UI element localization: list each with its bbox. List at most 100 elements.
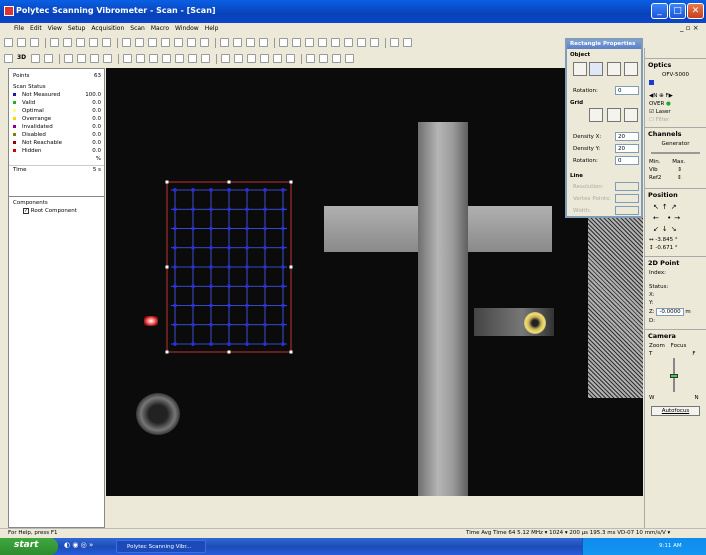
split-view-icon[interactable] bbox=[319, 54, 328, 63]
help-icon[interactable] bbox=[390, 38, 399, 47]
camera-slider-area[interactable] bbox=[645, 358, 706, 394]
rect-cross-object-button[interactable] bbox=[624, 62, 638, 76]
camera-video-view[interactable] bbox=[106, 68, 643, 496]
position-arrow-pad[interactable]: ↖↑↗ ← •→ ↙↓↘ bbox=[645, 201, 706, 236]
menu-window[interactable]: Window bbox=[175, 25, 199, 35]
rect-split-object-button[interactable] bbox=[607, 62, 621, 76]
scan-start-icon[interactable] bbox=[135, 38, 144, 47]
layer-icon[interactable] bbox=[318, 38, 327, 47]
refresh-icon[interactable] bbox=[279, 38, 288, 47]
scan-point bbox=[191, 246, 195, 250]
laser-checkbox[interactable]: ☑ Laser bbox=[645, 108, 706, 116]
ref-spinner-icon[interactable]: ⇕ bbox=[677, 175, 682, 181]
undo-icon[interactable] bbox=[89, 38, 98, 47]
maximize-button[interactable]: □ bbox=[669, 3, 686, 19]
align-icon[interactable] bbox=[292, 38, 301, 47]
zoom-icon[interactable] bbox=[77, 54, 86, 63]
settings-icon[interactable] bbox=[174, 38, 183, 47]
rect-grid-object-button[interactable] bbox=[589, 62, 603, 76]
wave-icon[interactable] bbox=[259, 38, 268, 47]
checkbox-checked-icon[interactable]: ✓ bbox=[23, 207, 29, 214]
camera-icon[interactable] bbox=[187, 38, 196, 47]
optics-direction-controls[interactable]: ◀N ⊕ F▶ bbox=[645, 92, 706, 100]
rectangle-tool-icon[interactable] bbox=[136, 54, 145, 63]
grid-polar-button[interactable] bbox=[607, 108, 621, 122]
root-component-item[interactable]: ✓ Root Component bbox=[9, 207, 104, 215]
delete-points-icon[interactable] bbox=[273, 54, 282, 63]
select-arrow-icon[interactable] bbox=[64, 54, 73, 63]
grid-polar-icon[interactable] bbox=[234, 54, 243, 63]
layout-icon[interactable] bbox=[4, 54, 13, 63]
scan-grid-overlay[interactable] bbox=[106, 68, 643, 496]
grid-rect-icon[interactable] bbox=[221, 54, 230, 63]
paste-icon[interactable] bbox=[76, 38, 85, 47]
merge-icon[interactable] bbox=[286, 54, 295, 63]
table-icon[interactable] bbox=[200, 38, 209, 47]
context-help-icon[interactable] bbox=[403, 38, 412, 47]
average-icon[interactable] bbox=[233, 38, 242, 47]
pan-icon[interactable] bbox=[44, 54, 53, 63]
cut-icon[interactable] bbox=[50, 38, 59, 47]
grid-rect-button[interactable] bbox=[589, 108, 603, 122]
menu-macro[interactable]: Macro bbox=[151, 25, 169, 35]
rect-object-button[interactable] bbox=[573, 62, 587, 76]
view-3d-button[interactable]: 3D bbox=[17, 54, 29, 67]
freehand-tool-icon[interactable] bbox=[175, 54, 184, 63]
frame-icon[interactable] bbox=[306, 54, 315, 63]
ref-channel-row[interactable]: Ref2 ⇕ bbox=[645, 174, 706, 182]
z-input[interactable]: -0.0000 bbox=[656, 308, 684, 316]
mdi-controls[interactable]: _ ▫ × bbox=[680, 24, 699, 32]
taskbar-app-button[interactable]: Polytec Scanning Vibr... bbox=[116, 540, 206, 553]
point-tool-icon[interactable] bbox=[188, 54, 197, 63]
acquire-icon[interactable] bbox=[220, 38, 229, 47]
crop-icon[interactable] bbox=[332, 54, 341, 63]
menu-setup[interactable]: Setup bbox=[68, 25, 85, 35]
camera-slider-thumb[interactable] bbox=[670, 374, 678, 378]
signal-icon[interactable] bbox=[246, 38, 255, 47]
filter-checkbox[interactable]: ☐ Filter bbox=[645, 116, 706, 124]
pointer-icon[interactable] bbox=[122, 38, 131, 47]
vib-spinner-icon[interactable]: ⇕ bbox=[677, 167, 682, 173]
window-split-icon[interactable] bbox=[370, 38, 379, 47]
mesh-icon[interactable] bbox=[201, 54, 210, 63]
menu-file[interactable]: File bbox=[14, 25, 24, 35]
redo-icon[interactable] bbox=[102, 38, 111, 47]
autofocus-button[interactable]: Autofocus bbox=[651, 406, 700, 416]
window-tile-icon[interactable] bbox=[344, 38, 353, 47]
menu-edit[interactable]: Edit bbox=[30, 25, 42, 35]
zoom-out-icon[interactable] bbox=[90, 54, 99, 63]
menu-scan[interactable]: Scan bbox=[130, 25, 145, 35]
ellipse-tool-icon[interactable] bbox=[149, 54, 158, 63]
grid-rotation-input[interactable]: 0 bbox=[615, 156, 639, 165]
rotate-icon[interactable] bbox=[31, 54, 40, 63]
rotation-input[interactable]: 0 bbox=[615, 86, 639, 95]
status-acquisition-info: Time Avg Time 64 5.12 MHz ▾ 1024 ▾ 200 µ… bbox=[466, 530, 671, 536]
copy-icon[interactable] bbox=[63, 38, 72, 47]
new-file-icon[interactable] bbox=[4, 38, 13, 47]
density-x-input[interactable]: 20 bbox=[615, 132, 639, 141]
start-button[interactable]: start bbox=[0, 538, 58, 555]
grid-icon[interactable] bbox=[305, 38, 314, 47]
line-tool-icon[interactable] bbox=[123, 54, 132, 63]
hatch-icon[interactable] bbox=[345, 54, 354, 63]
menu-help[interactable]: Help bbox=[205, 25, 219, 35]
hand-icon[interactable] bbox=[103, 54, 112, 63]
quick-launch-icons[interactable]: ◐ ◉ ◎ » bbox=[64, 541, 93, 549]
minimize-button[interactable]: _ bbox=[651, 3, 668, 19]
save-icon[interactable] bbox=[30, 38, 39, 47]
grid-hex-button[interactable] bbox=[624, 108, 638, 122]
generator-slider[interactable] bbox=[651, 152, 700, 154]
density-y-input[interactable]: 20 bbox=[615, 144, 639, 153]
vib-channel-row[interactable]: Vib ⇕ bbox=[645, 166, 706, 174]
polygon-tool-icon[interactable] bbox=[162, 54, 171, 63]
copy-points-icon[interactable] bbox=[247, 54, 256, 63]
paste-points-icon[interactable] bbox=[260, 54, 269, 63]
menu-acquisition[interactable]: Acquisition bbox=[91, 25, 124, 35]
filter-icon[interactable] bbox=[161, 38, 170, 47]
chart-icon[interactable] bbox=[331, 38, 340, 47]
menu-view[interactable]: View bbox=[48, 25, 62, 35]
open-file-icon[interactable] bbox=[17, 38, 26, 47]
window-cascade-icon[interactable] bbox=[357, 38, 366, 47]
stop-icon[interactable] bbox=[148, 38, 157, 47]
close-button[interactable]: ✕ bbox=[687, 3, 704, 19]
